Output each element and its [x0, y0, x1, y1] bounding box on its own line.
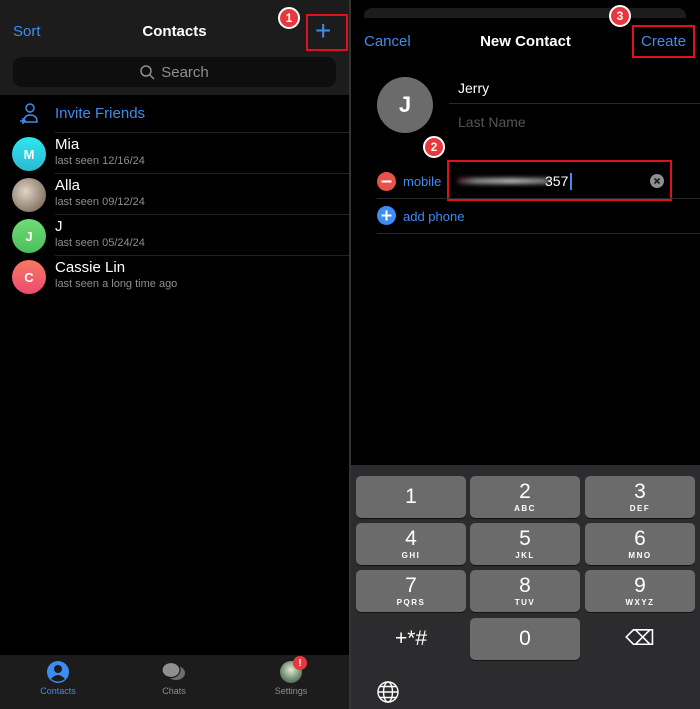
- phone-input[interactable]: 357: [455, 172, 665, 192]
- key-letters: WXYZ: [625, 598, 655, 607]
- separator: [449, 103, 700, 104]
- contact-last-seen: last seen a long time ago: [55, 278, 178, 290]
- contact-row[interactable]: Alla last seen 09/12/24: [0, 174, 349, 215]
- key-digit: 3: [634, 480, 646, 503]
- key-7[interactable]: 7 PQRS: [356, 570, 466, 612]
- key-letters: DEF: [629, 504, 651, 513]
- key-letters: ABC: [514, 504, 536, 513]
- tab-label: Settings: [274, 686, 308, 696]
- avatar-photo: [12, 178, 46, 212]
- contact-avatar[interactable]: J: [377, 77, 433, 133]
- profile-avatar-icon: !: [280, 656, 307, 683]
- tab-settings[interactable]: ! Settings: [233, 655, 349, 709]
- key-5[interactable]: 5 JKL: [470, 523, 580, 565]
- contact-last-seen: last seen 05/24/24: [55, 237, 145, 249]
- key-letters: MNO: [628, 551, 652, 560]
- sheet-backdrop: [364, 8, 686, 18]
- globe-icon[interactable]: [377, 681, 399, 703]
- key-digit: 8: [519, 574, 531, 597]
- key-digit: 5: [519, 527, 531, 550]
- key-1[interactable]: 1: [356, 476, 466, 518]
- create-button[interactable]: Create: [641, 33, 686, 50]
- add-phone-icon[interactable]: [377, 206, 396, 225]
- key-digit: 0: [519, 627, 531, 650]
- annotation-badge-3: 3: [609, 5, 631, 27]
- alert-badge: !: [293, 656, 307, 670]
- annotation-badge-2: 2: [423, 136, 445, 158]
- contact-last-seen: last seen 12/16/24: [55, 155, 145, 167]
- backspace-icon: ⌫: [625, 627, 655, 650]
- contact-name: J: [55, 218, 63, 235]
- phone-label[interactable]: mobile: [403, 174, 441, 189]
- key-digit: 7: [405, 574, 417, 597]
- blurred-digits: [457, 178, 549, 184]
- avatar: C: [12, 260, 46, 294]
- symbols-key[interactable]: +*#: [356, 618, 466, 660]
- first-name-input[interactable]: Jerry: [458, 80, 489, 96]
- key-digit: 6: [634, 527, 646, 550]
- search-input[interactable]: Search: [13, 57, 336, 87]
- text-cursor: [570, 173, 572, 190]
- key-digit: +*#: [394, 627, 428, 650]
- add-phone-button[interactable]: add phone: [403, 209, 464, 224]
- chat-bubbles-icon: [161, 661, 185, 680]
- search-icon: [140, 64, 155, 80]
- contacts-header: Sort Contacts 1 + Search: [0, 0, 349, 95]
- numeric-keypad: 1 2 ABC 3 DEF 4 GHI 5 JKL 6 MNO 7 PQRS 8 TUV 9 WXYZ +*# 0 ⌫: [351, 465, 700, 709]
- key-8[interactable]: 8 TUV: [470, 570, 580, 612]
- key-letters: GHI: [401, 551, 421, 560]
- contact-row[interactable]: M Mia last seen 12/16/24: [0, 133, 349, 174]
- contact-name: Cassie Lin: [55, 259, 126, 276]
- add-person-icon: [20, 103, 38, 124]
- contact-name: Alla: [55, 177, 81, 194]
- key-letters: TUV: [514, 598, 536, 607]
- invite-friends-label: Invite Friends: [55, 105, 146, 122]
- add-contact-button[interactable]: +: [315, 15, 331, 47]
- tab-chats[interactable]: Chats: [116, 655, 232, 709]
- avatar: M: [12, 137, 46, 171]
- key-6[interactable]: 6 MNO: [585, 523, 695, 565]
- contact-name: Mia: [55, 136, 80, 153]
- contact-row[interactable]: J J last seen 05/24/24: [0, 215, 349, 256]
- contacts-screen: Sort Contacts 1 + Search Invite Friends …: [0, 0, 349, 709]
- clear-icon[interactable]: [650, 174, 664, 188]
- key-digit: 2: [519, 480, 531, 503]
- key-digit: 9: [634, 574, 646, 597]
- tab-label: Chats: [162, 686, 186, 696]
- backspace-key[interactable]: ⌫: [585, 618, 695, 660]
- key-9[interactable]: 9 WXYZ: [585, 570, 695, 612]
- key-2[interactable]: 2 ABC: [470, 476, 580, 518]
- invite-friends-row[interactable]: Invite Friends: [0, 95, 349, 133]
- tab-bar: Contacts Chats ! Settings: [0, 655, 349, 709]
- avatar: J: [12, 219, 46, 253]
- annotation-badge-1: 1: [278, 7, 300, 29]
- key-letters: JKL: [515, 551, 535, 560]
- key-letters: PQRS: [396, 598, 426, 607]
- search-placeholder: Search: [161, 63, 209, 81]
- tab-contacts[interactable]: Contacts: [0, 655, 116, 709]
- last-name-input[interactable]: Last Name: [458, 114, 526, 130]
- remove-phone-icon[interactable]: [377, 172, 396, 191]
- separator: [377, 233, 700, 234]
- phone-value: 357: [545, 173, 569, 189]
- plus-icon: +: [315, 15, 332, 46]
- separator: [377, 198, 700, 199]
- key-3[interactable]: 3 DEF: [585, 476, 695, 518]
- person-circle-icon: [47, 661, 69, 683]
- tab-label: Contacts: [40, 686, 76, 696]
- key-digit: 4: [405, 527, 417, 550]
- key-digit: 1: [405, 485, 417, 508]
- contact-row[interactable]: C Cassie Lin last seen a long time ago: [0, 256, 349, 297]
- contact-last-seen: last seen 09/12/24: [55, 196, 145, 208]
- key-0[interactable]: 0: [470, 618, 580, 660]
- key-4[interactable]: 4 GHI: [356, 523, 466, 565]
